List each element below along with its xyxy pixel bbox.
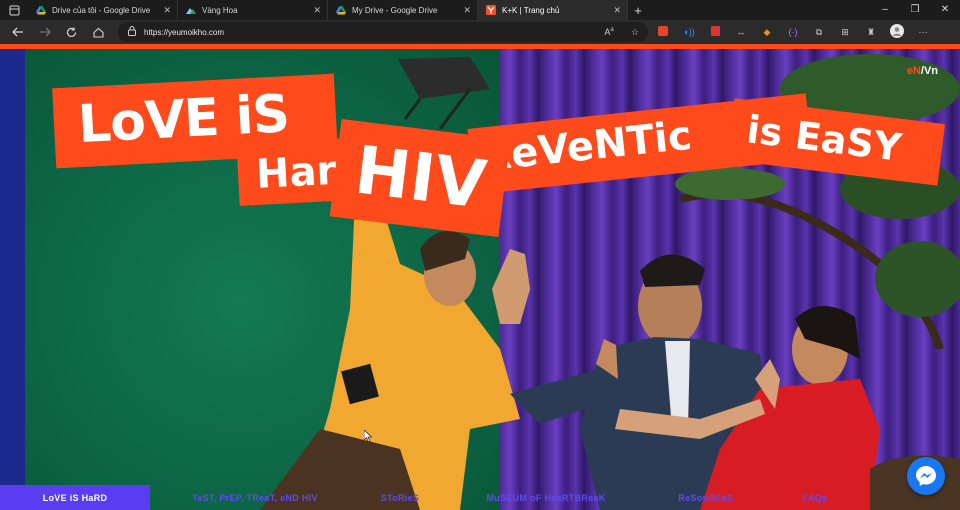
rewards-icon[interactable]: ♜ (858, 27, 884, 38)
favorite-icon[interactable]: ☆ (622, 27, 648, 38)
headline-hiv: HIV (329, 119, 511, 237)
site-icon (186, 8, 196, 14)
profile-avatar[interactable] (884, 24, 910, 40)
google-drive-icon (36, 6, 46, 15)
new-tab-button[interactable]: + (628, 3, 648, 18)
yeumoikho-icon (486, 5, 496, 15)
extension-arrows-icon[interactable]: ↔ (728, 27, 754, 37)
messenger-icon (916, 466, 936, 486)
extension-red-icon[interactable] (650, 26, 676, 38)
lang-en-link[interactable]: eN (907, 65, 921, 77)
google-drive-icon (336, 6, 346, 15)
tab-title: Drive của tôi - Google Drive (52, 5, 151, 15)
collections-icon[interactable]: ⊞ (832, 27, 858, 38)
close-tab-icon[interactable]: ✕ (613, 5, 621, 16)
minimize-button[interactable]: – (870, 0, 900, 20)
tab-trang-chu[interactable]: K+K | Trang chủ ✕ (478, 0, 628, 20)
lang-vn-link[interactable]: Vn (924, 65, 938, 77)
nav-faqs[interactable]: FAQs (760, 485, 870, 510)
hero-section: eN/Vn LoVE iS Har ReVeNTic is EaSY HIV L… (0, 49, 960, 510)
tab-my-drive[interactable]: My Drive - Google Drive ✕ (328, 0, 478, 20)
nav-resources[interactable]: ReSouRCeS (652, 485, 760, 510)
forward-icon[interactable] (31, 20, 58, 44)
nav-stories[interactable]: SToRieS (360, 485, 440, 510)
extension-brackets-icon[interactable]: (·) (780, 27, 806, 37)
tab-actions-icon[interactable] (0, 0, 28, 20)
bottom-navigation: LoVE iS HaRD TeST, PrEP, TReaT, eND HIV … (0, 485, 960, 510)
extension-audio-icon[interactable]: ◖)) (676, 27, 702, 37)
extension-fox-icon[interactable]: ◆ (754, 27, 780, 38)
close-window-button[interactable]: ✕ (930, 0, 960, 20)
tab-title: My Drive - Google Drive (352, 5, 438, 15)
tab-title: Vàng Hoa (202, 5, 238, 15)
extension-book-icon[interactable] (702, 26, 728, 38)
mouse-cursor-icon (364, 430, 372, 442)
window-controls: – ❐ ✕ (870, 0, 960, 20)
nav-love-is-hard[interactable]: LoVE iS HaRD (0, 485, 150, 510)
language-switch: eN/Vn (907, 65, 938, 77)
home-icon[interactable] (85, 20, 112, 44)
messenger-chat-button[interactable] (907, 457, 945, 495)
close-tab-icon[interactable]: ✕ (163, 5, 171, 16)
nav-test-prep-treat[interactable]: TeST, PrEP, TReaT, eND HIV (150, 485, 360, 510)
lock-icon[interactable] (128, 26, 136, 38)
extensions-bar: ◖)) ↔ ◆ (·) ⧉ ⊞ ♜ ··· (650, 20, 936, 44)
maximize-button[interactable]: ❐ (900, 0, 930, 20)
tab-vang-hoa[interactable]: Vàng Hoa ✕ (178, 0, 328, 20)
url-text: https://yeumoikho.com (144, 27, 225, 37)
browser-tab-bar: Drive của tôi - Google Drive ✕ Vàng Hoa … (0, 0, 960, 20)
back-icon[interactable] (4, 20, 31, 44)
more-menu-icon[interactable]: ··· (910, 27, 936, 37)
url-actions: Aa ☆ (596, 20, 648, 44)
nav-museum-of-heartbreak[interactable]: MuSEUM oF HeaRTBReaK (440, 485, 652, 510)
tab-title: K+K | Trang chủ (502, 5, 560, 15)
close-tab-icon[interactable]: ✕ (313, 5, 321, 16)
browser-toolbar: https://yeumoikho.com Aa ☆ ◖)) ↔ ◆ (·) ⧉… (0, 20, 960, 44)
close-tab-icon[interactable]: ✕ (463, 5, 471, 16)
extensions-puzzle-icon[interactable]: ⧉ (806, 27, 832, 38)
tab-drive-cua-toi[interactable]: Drive của tôi - Google Drive ✕ (28, 0, 178, 20)
read-aloud-icon[interactable]: Aa (596, 27, 622, 37)
address-bar[interactable]: https://yeumoikho.com (118, 22, 648, 42)
reload-icon[interactable] (58, 20, 85, 44)
